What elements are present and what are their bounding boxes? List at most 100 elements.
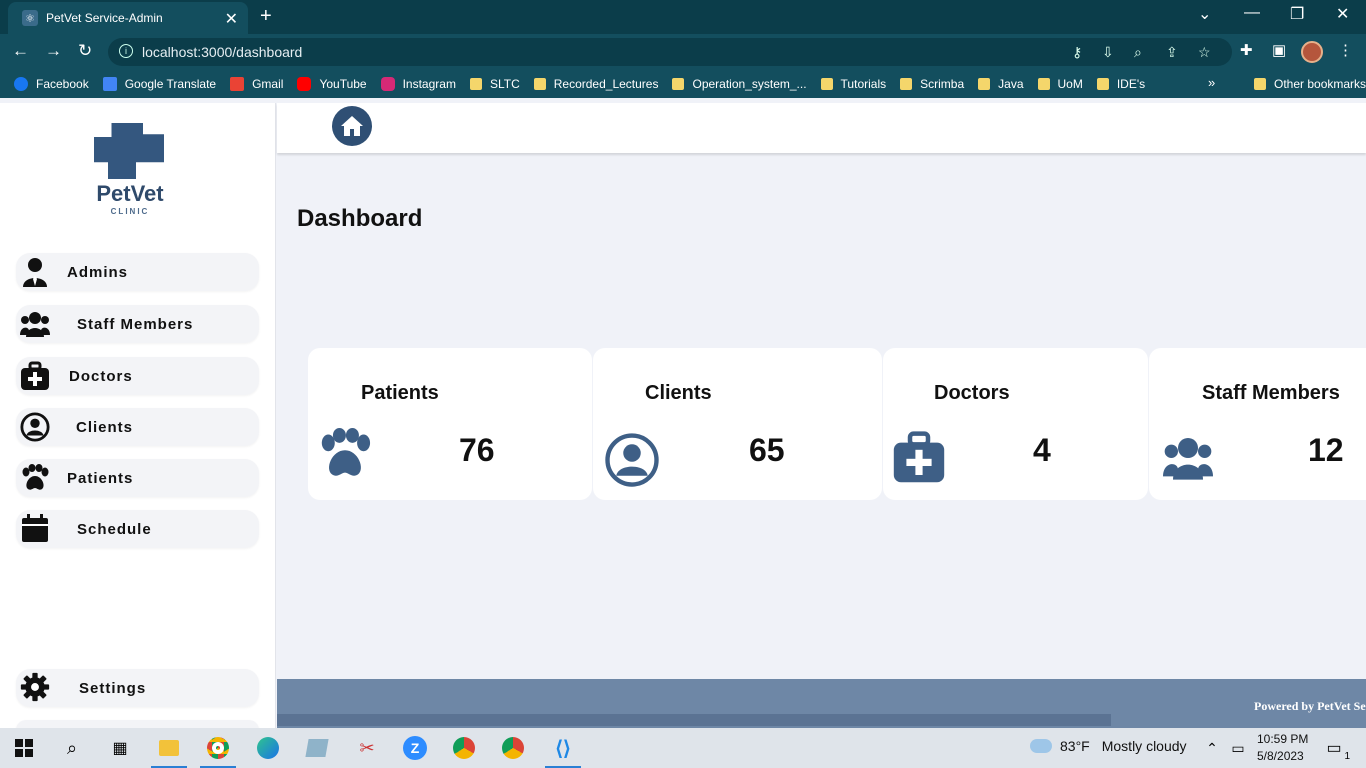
- site-info-icon[interactable]: i: [119, 44, 133, 58]
- calendar-icon: [20, 514, 50, 544]
- sidebar-item-patients[interactable]: Patients: [16, 459, 259, 497]
- admin-icon: [20, 257, 50, 287]
- key-icon[interactable]: ⚷: [1072, 44, 1082, 61]
- chevron-up-icon[interactable]: ⌃: [1200, 736, 1224, 760]
- footer-text: Powered by PetVet Se: [1254, 699, 1366, 713]
- stat-card-label: Clients: [645, 382, 712, 404]
- vscode-icon[interactable]: ⟨⟩: [545, 736, 581, 768]
- sidebar-item-label: Staff Members: [77, 315, 194, 333]
- tab-title: PetVet Service-Admin: [46, 11, 163, 25]
- sidebar-item-label: Schedule: [77, 520, 152, 538]
- minimize-icon[interactable]: —: [1244, 4, 1260, 22]
- bookmark-gmail[interactable]: Gmail: [230, 77, 283, 91]
- browser-toolbar: ← → ↻ i localhost:3000/dashboard ⚷ ⇩ ⌕ ⇪…: [0, 34, 1366, 70]
- stat-card-value: 76: [459, 432, 495, 468]
- back-icon[interactable]: ←: [12, 41, 29, 61]
- edge-icon[interactable]: [256, 736, 280, 760]
- sidebar-item-label: Settings: [79, 679, 147, 697]
- share-icon[interactable]: ⇪: [1166, 44, 1178, 61]
- close-tab-icon[interactable]: ✕: [225, 9, 238, 29]
- network-icon[interactable]: ▭: [1226, 736, 1250, 760]
- bookmark-instagram[interactable]: Instagram: [380, 77, 456, 91]
- translate-icon: [102, 77, 117, 91]
- sidebar-item-schedule[interactable]: Schedule: [16, 510, 259, 548]
- windows-start-icon[interactable]: [12, 736, 36, 760]
- address-bar[interactable]: i localhost:3000/dashboard ⚷ ⇩ ⌕ ⇪ ☆: [108, 38, 1232, 66]
- notification-count: 1: [1344, 751, 1350, 762]
- new-tab-button[interactable]: +: [260, 5, 272, 28]
- bookmark-recorded-lectures[interactable]: Recorded_Lectures: [533, 77, 658, 91]
- bookmark-youtube[interactable]: YouTube: [297, 77, 367, 91]
- chrome-icon[interactable]: [501, 736, 525, 760]
- bookmarks-overflow-icon[interactable]: »: [1208, 75, 1215, 90]
- zoom-app-icon[interactable]: Z: [403, 736, 427, 760]
- other-bookmarks[interactable]: Other bookmarks: [1254, 70, 1366, 98]
- extensions-icon[interactable]: ✚: [1240, 41, 1253, 59]
- bookmarks-bar: Facebook Google Translate Gmail YouTube …: [0, 70, 1366, 98]
- folder-icon: [672, 78, 685, 90]
- stat-card-staff-members[interactable]: Staff Members 12: [1149, 348, 1366, 500]
- bookmark-operation-system[interactable]: Operation_system_...: [672, 77, 807, 91]
- stat-card-patients[interactable]: Patients 76: [308, 348, 592, 500]
- install-icon[interactable]: ⇩: [1102, 44, 1114, 61]
- bookmark-facebook[interactable]: Facebook: [14, 77, 89, 91]
- page-content: PetVet CLINIC Admins Staff Members Docto…: [0, 98, 1366, 728]
- stat-card-value: 4: [1033, 432, 1051, 468]
- notification-icon[interactable]: ▭ 1: [1322, 736, 1350, 762]
- sidebar-item-staff-members[interactable]: Staff Members: [16, 305, 259, 343]
- restore-icon[interactable]: ❐: [1290, 4, 1304, 24]
- folder-icon: [533, 78, 546, 90]
- sidebar-item-admins[interactable]: Admins: [16, 253, 259, 291]
- sidebar-item-partial[interactable]: [16, 720, 259, 728]
- reload-icon[interactable]: ↻: [78, 41, 92, 61]
- user-circle-icon: [604, 432, 660, 493]
- bookmark-ides[interactable]: IDE's: [1096, 77, 1145, 91]
- search-icon[interactable]: ⌕: [60, 736, 84, 760]
- bookmark-star-icon[interactable]: ☆: [1198, 44, 1211, 61]
- stat-card-doctors[interactable]: Doctors 4: [883, 348, 1148, 500]
- folder-icon: [1037, 78, 1050, 90]
- menu-icon[interactable]: ⋮: [1338, 41, 1353, 59]
- stat-card-clients[interactable]: Clients 65: [593, 348, 882, 500]
- bookmark-uom[interactable]: UoM: [1037, 77, 1083, 91]
- chrome-icon[interactable]: [200, 736, 236, 768]
- forward-icon[interactable]: →: [45, 41, 62, 61]
- snipping-tool-icon[interactable]: ✂: [355, 736, 379, 760]
- browser-tab[interactable]: ⚛ PetVet Service-Admin ✕: [8, 2, 248, 34]
- paw-icon: [316, 428, 374, 485]
- medkit-icon: [891, 430, 947, 489]
- zoom-icon[interactable]: ⌕: [1134, 44, 1142, 61]
- stat-card-label: Staff Members: [1202, 382, 1340, 404]
- instagram-icon: [380, 77, 395, 91]
- bookmark-sltc[interactable]: SLTC: [469, 77, 520, 91]
- sidebar-item-clients[interactable]: Clients: [16, 408, 259, 446]
- horizontal-scrollbar[interactable]: [277, 714, 1111, 726]
- home-button[interactable]: [332, 106, 372, 146]
- react-icon: ⚛: [22, 10, 38, 26]
- weather-widget[interactable]: 83°F Mostly cloudy: [1030, 738, 1187, 754]
- file-explorer-icon[interactable]: [151, 736, 187, 768]
- bookmark-scrimba[interactable]: Scrimba: [900, 77, 964, 91]
- logo-sub: CLINIC: [110, 207, 150, 216]
- folder-icon: [1254, 78, 1266, 90]
- window-close-icon[interactable]: ✕: [1336, 4, 1349, 24]
- tab-search-icon[interactable]: ⌄: [1198, 4, 1211, 24]
- sidebar-item-doctors[interactable]: Doctors: [16, 357, 259, 395]
- browser-tab-strip: ⚛ PetVet Service-Admin ✕ + ⌄ — ❐ ✕: [0, 0, 1366, 34]
- url-text: localhost:3000/dashboard: [142, 44, 303, 60]
- youtube-icon: [297, 77, 312, 91]
- side-panel-icon[interactable]: ▣: [1272, 41, 1286, 59]
- app-icon[interactable]: [305, 736, 329, 760]
- bookmark-java[interactable]: Java: [978, 77, 1024, 91]
- sidebar-item-settings[interactable]: Settings: [16, 669, 259, 707]
- task-view-icon[interactable]: ▦: [108, 736, 132, 760]
- profile-avatar[interactable]: [1301, 41, 1323, 63]
- clock[interactable]: 10:59 PM 5/8/2023: [1257, 731, 1308, 765]
- gmail-icon: [230, 77, 245, 91]
- folder-icon: [900, 78, 913, 90]
- logo-cross-shape: [94, 123, 164, 179]
- sidebar-item-label: Admins: [67, 263, 129, 281]
- chrome-icon[interactable]: [452, 736, 476, 760]
- bookmark-google-translate[interactable]: Google Translate: [102, 77, 216, 91]
- bookmark-tutorials[interactable]: Tutorials: [820, 77, 886, 91]
